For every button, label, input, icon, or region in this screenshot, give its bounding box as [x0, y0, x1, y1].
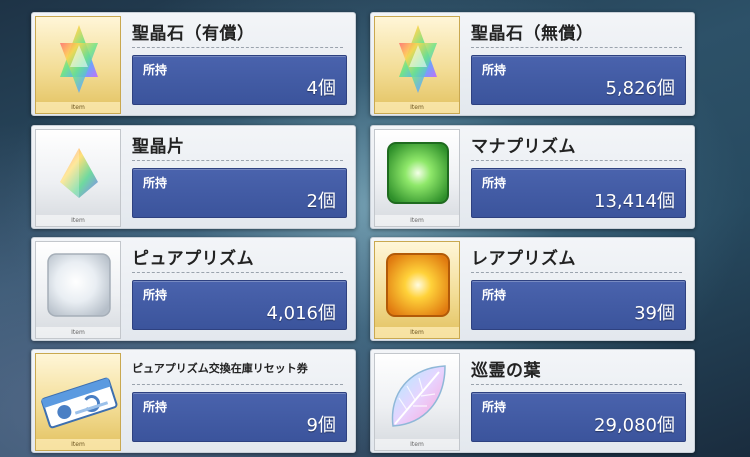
held-count: 4個 [306, 78, 336, 99]
held-count: 9個 [306, 415, 336, 436]
item-tag: Item [375, 215, 459, 226]
item-card-junrei-leaf: Item 巡霊の葉 所持 29,080個 [370, 349, 695, 453]
held-label: 所持 [482, 288, 507, 302]
held-label: 所持 [143, 63, 168, 77]
held-count: 4,016個 [266, 303, 336, 324]
leaf-icon [391, 365, 446, 427]
held-label: 所持 [143, 400, 168, 414]
item-card-mana-prism: Item マナプリズム 所持 13,414個 [370, 125, 695, 229]
pure-prism-icon [47, 253, 111, 317]
item-name: 聖晶石（有償） [132, 24, 255, 44]
item-thumbnail: Item [35, 129, 121, 227]
held-count: 13,414個 [594, 191, 675, 212]
held-panel: 所持 2個 [132, 168, 347, 218]
mana-prism-icon [387, 142, 449, 204]
divider [471, 272, 682, 273]
item-thumbnail: Item [35, 241, 121, 339]
item-tag: Item [375, 439, 459, 450]
divider [471, 47, 682, 48]
divider [471, 384, 682, 385]
item-thumbnail: Item [374, 16, 460, 114]
item-card-pure-prism-reset-ticket: Item ピュアプリズム交換在庫リセット券 所持 9個 [31, 349, 356, 453]
held-panel: 所持 4,016個 [132, 280, 347, 330]
quartz-fragment-icon [60, 148, 98, 198]
held-label: 所持 [143, 288, 168, 302]
held-panel: 所持 29,080個 [471, 392, 686, 442]
held-count: 2個 [306, 191, 336, 212]
divider [471, 160, 682, 161]
divider [132, 384, 343, 385]
item-name: ピュアプリズム交換在庫リセット券 [132, 362, 308, 375]
item-name: マナプリズム [471, 137, 576, 157]
item-card-rare-prism: Item レアプリズム 所持 39個 [370, 237, 695, 341]
item-tag: Item [375, 102, 459, 113]
item-thumbnail: Item [374, 129, 460, 227]
reset-ticket-icon [41, 377, 118, 429]
item-card-quartz-fragment: Item 聖晶片 所持 2個 [31, 125, 356, 229]
item-tag: Item [36, 327, 120, 338]
item-tag: Item [36, 102, 120, 113]
divider [132, 160, 343, 161]
item-thumbnail: Item [35, 16, 121, 114]
item-tag: Item [36, 215, 120, 226]
item-thumbnail: Item [35, 353, 121, 451]
divider [132, 47, 343, 48]
held-label: 所持 [482, 176, 507, 190]
item-tag: Item [375, 327, 459, 338]
item-name: ピュアプリズム [132, 249, 255, 269]
held-panel: 所持 5,826個 [471, 55, 686, 105]
held-count: 39個 [634, 303, 675, 324]
item-card-saint-quartz-paid: Item 聖晶石（有償） 所持 4個 [31, 12, 356, 116]
item-name: レアプリズム [471, 249, 576, 269]
item-thumbnail: Item [374, 353, 460, 451]
held-panel: 所持 9個 [132, 392, 347, 442]
held-panel: 所持 13,414個 [471, 168, 686, 218]
item-card-pure-prism: Item ピュアプリズム 所持 4,016個 [31, 237, 356, 341]
saint-quartz-icon [60, 25, 98, 93]
held-count: 29,080個 [594, 415, 675, 436]
held-label: 所持 [143, 176, 168, 190]
rare-prism-icon [386, 253, 450, 317]
item-thumbnail: Item [374, 241, 460, 339]
item-name: 聖晶片 [132, 137, 185, 157]
held-label: 所持 [482, 63, 507, 77]
held-count: 5,826個 [605, 78, 675, 99]
saint-quartz-icon [399, 25, 437, 93]
held-label: 所持 [482, 400, 507, 414]
item-name: 巡霊の葉 [471, 361, 541, 381]
divider [132, 272, 343, 273]
held-panel: 所持 39個 [471, 280, 686, 330]
held-panel: 所持 4個 [132, 55, 347, 105]
item-card-saint-quartz-free: Item 聖晶石（無償） 所持 5,826個 [370, 12, 695, 116]
item-name: 聖晶石（無償） [471, 24, 594, 44]
item-tag: Item [36, 439, 120, 450]
